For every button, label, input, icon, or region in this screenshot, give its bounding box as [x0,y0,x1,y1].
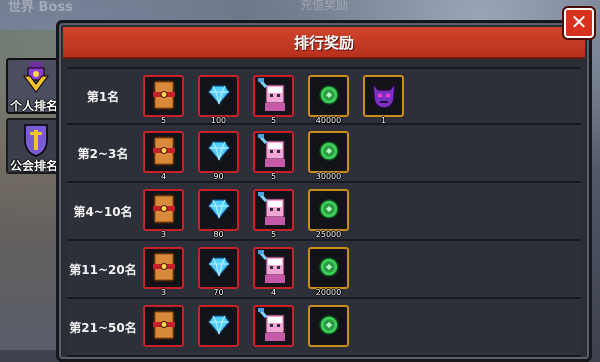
reward-item[interactable]: 20000 [308,247,349,297]
treasure-chest-icon [152,252,175,282]
rank-label: 第2~3名 [77,146,129,161]
reward-item[interactable]: 5 [253,75,294,125]
pink-hero-icon [257,308,285,342]
item-quantity: 3 [160,288,167,297]
treasure-chest-icon [152,80,175,110]
reward-item[interactable]: 3 [143,189,184,239]
gold-coin-icon [318,141,339,161]
diamond-icon [207,199,230,220]
item-quantity: 40000 [315,116,342,125]
rank-label: 第11~20名 [69,262,137,277]
reward-row: 第2~3名 4 90 5 30000 [67,125,581,183]
item-quantity: 5 [270,230,277,239]
item-quantity: 90 [213,172,224,181]
treasure-chest-icon [152,136,175,166]
background-subtitle: 充值奖励 [300,0,349,12]
pink-hero-icon [257,78,285,112]
reward-item[interactable]: 80 [198,189,239,239]
reward-item[interactable] [253,305,294,347]
gold-coin-icon [318,199,339,219]
purple-demon-icon [371,82,396,109]
diamond-icon [207,141,230,162]
item-quantity: 80 [213,230,224,239]
treasure-chest-icon [152,310,175,340]
item-quantity: 5 [270,172,277,181]
diamond-icon [207,315,230,336]
panel-title-bar: 排行奖励 [63,27,585,59]
tab-guild-rank-label: 公会排名 [9,159,58,173]
pink-hero-icon [257,134,285,168]
reward-item[interactable]: 40000 [308,75,349,125]
reward-rows: 第1名 5 100 5 40000 1 第2~3名 4 90 5 30000 第… [67,67,581,359]
reward-item[interactable]: 1 [363,75,404,125]
reward-item[interactable] [198,305,239,347]
reward-item[interactable]: 5 [253,131,294,181]
item-quantity: 70 [213,288,224,297]
pink-hero-icon [257,250,285,284]
reward-item[interactable]: 70 [198,247,239,297]
reward-item[interactable]: 25000 [308,189,349,239]
tab-guild-rank[interactable]: 公会排名 [6,118,62,174]
reward-row: 第1名 5 100 5 40000 1 [67,67,581,125]
gold-coin-icon [318,85,339,105]
item-quantity: 25000 [315,230,342,239]
reward-item[interactable]: 5 [143,75,184,125]
reward-item[interactable]: 30000 [308,131,349,181]
item-quantity: 1 [380,116,387,125]
reward-item[interactable]: 4 [143,131,184,181]
rank-label: 第21~50名 [69,320,137,335]
item-quantity: 5 [270,116,277,125]
panel-title: 排行奖励 [293,33,354,52]
background-title: 世界 Boss [8,0,73,15]
reward-item[interactable]: 3 [143,247,184,297]
reward-item[interactable] [308,305,349,347]
close-icon: ✕ [570,10,588,34]
guild-shield-icon [24,124,48,157]
gold-coin-icon [318,257,339,277]
reward-item[interactable]: 90 [198,131,239,181]
reward-item[interactable]: 4 [253,247,294,297]
reward-item[interactable] [143,305,184,347]
tab-personal-rank[interactable]: 个人排名 [6,58,62,114]
reward-row: 第21~50名 [67,299,581,357]
reward-item[interactable]: 100 [198,75,239,125]
reward-row: 第4~10名 3 80 5 25000 [67,183,581,241]
tab-personal-rank-label: 个人排名 [9,99,58,113]
ranking-rewards-panel: 排行奖励 第1名 5 100 5 40000 1 第2~3名 4 90 5 30… [56,20,592,362]
diamond-icon [207,85,230,106]
close-button[interactable]: ✕ [564,8,594,38]
treasure-chest-icon [152,194,175,224]
diamond-icon [207,257,230,278]
item-quantity: 100 [210,116,227,125]
person-rank-icon [23,62,49,93]
gold-coin-icon [318,315,339,335]
item-quantity: 3 [160,230,167,239]
item-quantity: 20000 [315,288,342,297]
item-quantity: 4 [160,172,167,181]
rank-label: 第4~10名 [73,204,133,219]
item-quantity: 4 [270,288,277,297]
reward-item[interactable]: 5 [253,189,294,239]
item-quantity: 5 [160,116,167,125]
item-quantity: 30000 [315,172,342,181]
pink-hero-icon [257,192,285,226]
rank-label: 第1名 [86,89,120,104]
reward-row: 第11~20名 3 70 4 20000 [67,241,581,299]
